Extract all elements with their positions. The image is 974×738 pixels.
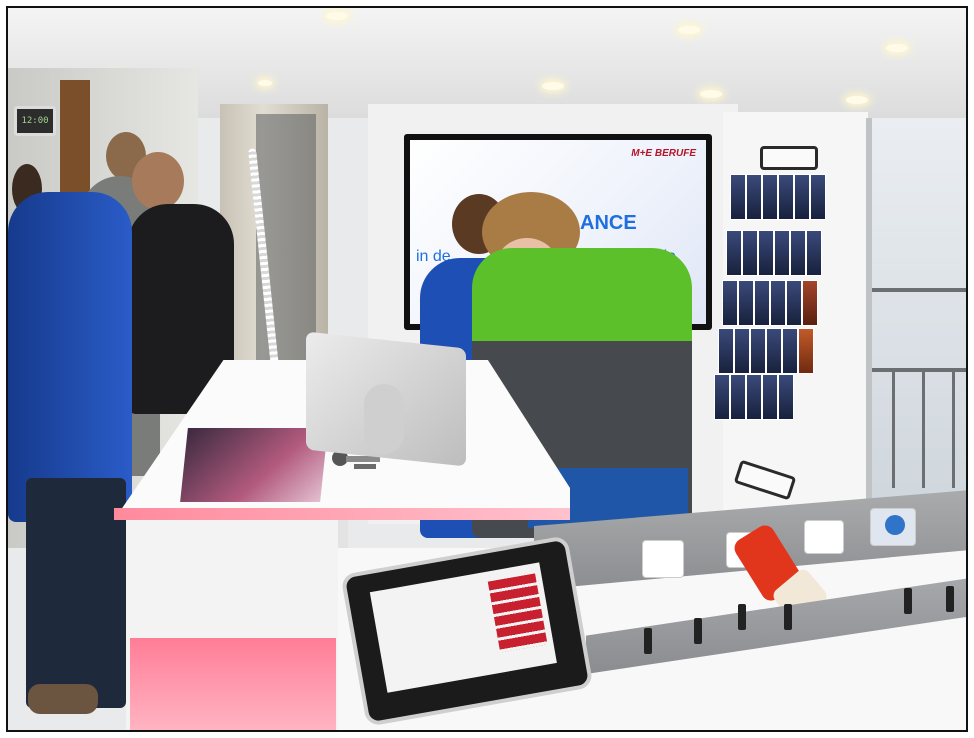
brochure-row (726, 230, 826, 276)
window-rail (892, 368, 895, 488)
ceiling-light (326, 12, 348, 20)
ceiling-light (678, 26, 700, 34)
wall-clock: 12:00 (14, 106, 56, 136)
photo-frame: 12:00 M+E BERUFE ANCE in de dustrie (6, 6, 968, 732)
tablet-screen[interactable] (369, 562, 557, 693)
person-head (132, 152, 184, 210)
person-blue-jacket (8, 192, 132, 522)
brochure-row (718, 328, 818, 374)
tv-logo: M+E BERUFE (631, 148, 696, 159)
light-switch[interactable] (804, 520, 844, 554)
cee-socket-blue (870, 508, 916, 546)
window-rail (872, 288, 966, 292)
brochure-row (730, 174, 830, 220)
wooden-door (60, 80, 90, 192)
plug-pin[interactable] (946, 586, 954, 612)
plug-pin[interactable] (644, 628, 652, 654)
tablet-menu[interactable] (487, 573, 548, 653)
cabinet-pink-light (130, 638, 336, 730)
plug-pin[interactable] (738, 604, 746, 630)
ceiling-light (258, 80, 272, 86)
ceiling-light (846, 96, 868, 104)
plug-pin[interactable] (904, 588, 912, 614)
wall-slot (760, 146, 818, 170)
schuko-socket (642, 540, 684, 578)
plug-pin[interactable] (694, 618, 702, 644)
person-shoe (28, 684, 98, 714)
tv-headline: ANCE (580, 212, 637, 234)
table-led-edge (114, 508, 570, 520)
window-door (866, 118, 966, 508)
tablet-stand-base (364, 384, 404, 454)
ceiling-light (700, 90, 722, 98)
plug-pin[interactable] (784, 604, 792, 630)
ceiling-light (886, 44, 908, 52)
brochure-row (714, 374, 814, 420)
window-rail (922, 368, 925, 488)
window-rail (952, 368, 955, 488)
ceiling-light (542, 82, 564, 90)
person-jeans (26, 478, 126, 708)
brochure-row (722, 280, 822, 326)
